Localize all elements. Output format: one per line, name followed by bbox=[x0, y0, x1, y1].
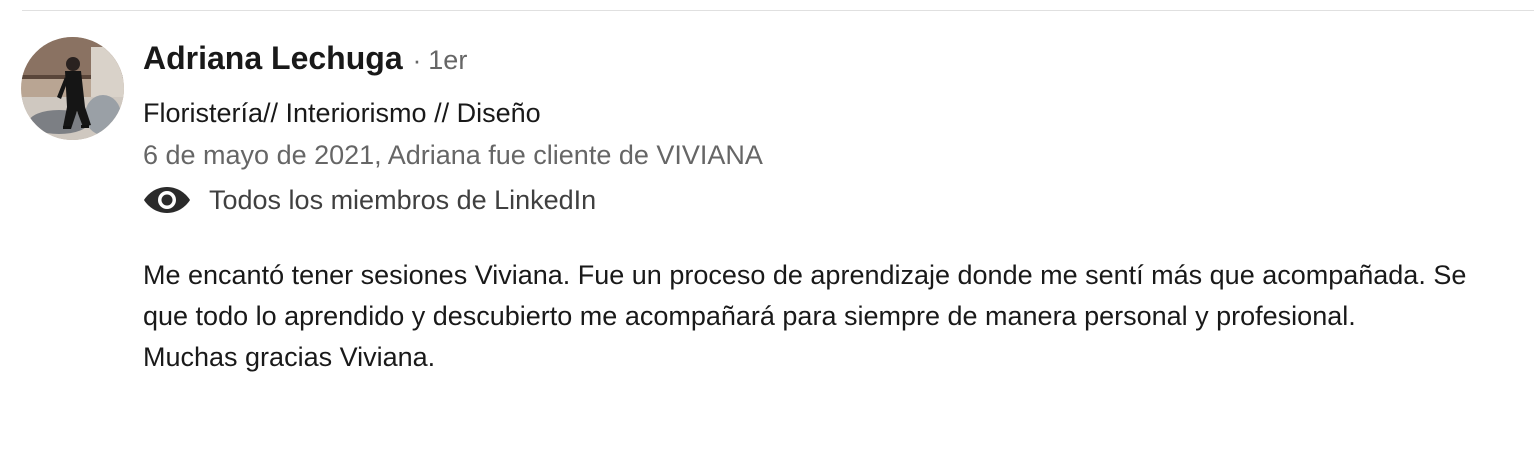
recommendation-body: Me encantó tener sesiones Viviana. Fue u… bbox=[143, 255, 1483, 378]
eye-icon bbox=[143, 185, 191, 215]
recommendation-content: Adriana Lechuga · 1er Floristería// Inte… bbox=[143, 40, 1494, 378]
connection-degree: 1er bbox=[428, 45, 468, 75]
avatar-photo bbox=[21, 37, 124, 140]
author-name[interactable]: Adriana Lechuga bbox=[143, 40, 403, 77]
author-name-row: Adriana Lechuga · 1er bbox=[143, 40, 1494, 90]
top-divider bbox=[22, 10, 1534, 11]
visibility-label: Todos los miembros de LinkedIn bbox=[209, 184, 597, 215]
recommendation-meta: 6 de mayo de 2021, Adriana fue cliente d… bbox=[143, 140, 763, 170]
author-headline: Floristería// Interiorismo // Diseño bbox=[143, 98, 541, 128]
avatar[interactable] bbox=[21, 37, 124, 140]
recommendation-paragraph: Me encantó tener sesiones Viviana. Fue u… bbox=[143, 260, 1467, 331]
recommendation-closing: Muchas gracias Viviana. bbox=[143, 342, 436, 372]
visibility-row: Todos los miembros de LinkedIn bbox=[143, 177, 1494, 223]
degree-separator: · bbox=[412, 45, 422, 75]
